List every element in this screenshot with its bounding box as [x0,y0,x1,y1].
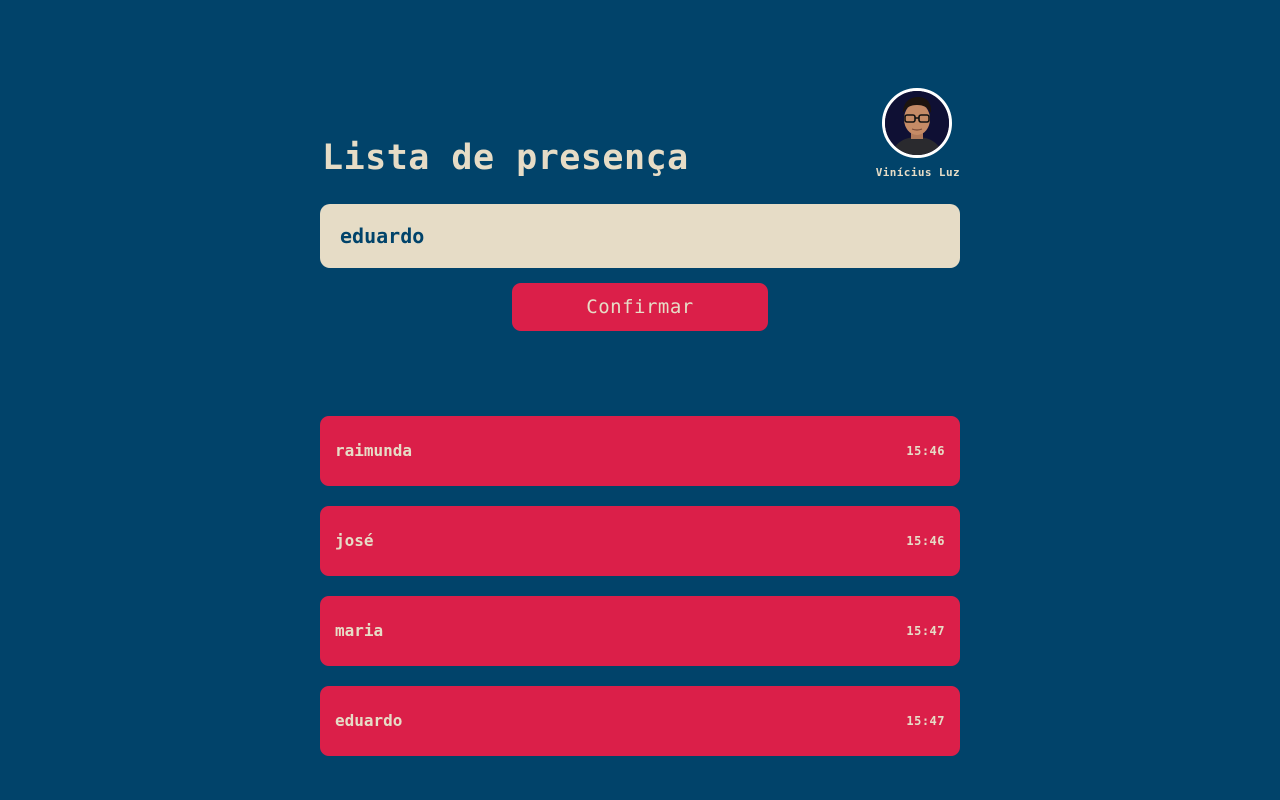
page-title: Lista de presença [322,138,689,178]
check-in-time: 15:46 [906,534,945,548]
name-input[interactable] [320,204,960,268]
user-photo-icon [885,91,949,155]
header: Lista de presença Vinícius Luz [320,88,960,184]
attendance-card: eduardo 15:47 [320,686,960,756]
avatar [882,88,952,158]
student-name: eduardo [335,711,403,730]
student-name: raimunda [335,441,413,460]
user-profile: Vinícius Luz [860,88,960,184]
student-name: josé [335,531,374,550]
profile-name: Vinícius Luz [875,166,960,179]
student-name: maria [335,621,384,640]
attendance-card: maria 15:47 [320,596,960,666]
attendance-list: raimunda 15:46 josé 15:46 maria 15:47 ed… [320,416,960,776]
confirm-button[interactable]: Confirmar [512,283,768,331]
check-in-time: 15:47 [906,714,945,728]
attendance-app: Lista de presença Vinícius Luz eduardo C… [320,0,960,800]
attendance-card: raimunda 15:46 [320,416,960,486]
attendance-card: josé 15:46 [320,506,960,576]
check-in-time: 15:47 [906,624,945,638]
check-in-time: 15:46 [906,444,945,458]
